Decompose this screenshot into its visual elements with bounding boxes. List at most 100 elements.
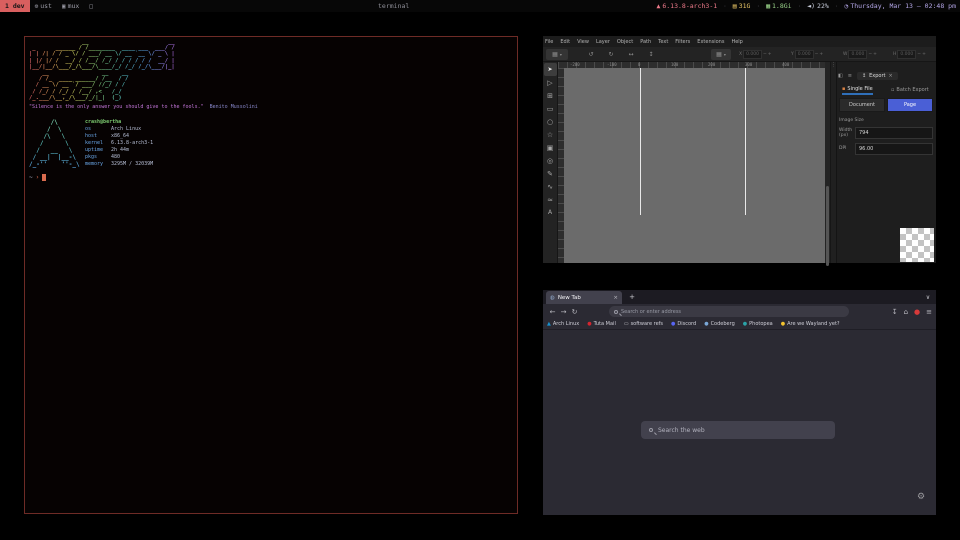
menu-extensions[interactable]: Extensions bbox=[697, 39, 724, 45]
menu-object[interactable]: Object bbox=[617, 39, 633, 45]
globe-icon: ◍ bbox=[550, 295, 555, 301]
menu-filters[interactable]: Filters bbox=[675, 39, 690, 45]
close-tab-icon[interactable]: × bbox=[613, 295, 618, 301]
tab-batch-export[interactable]: ▫ Batch Export bbox=[891, 84, 929, 95]
pencil-tool[interactable]: ∿ bbox=[544, 180, 557, 193]
bookmark-tuta-mail[interactable]: ● Tuta Mail bbox=[587, 321, 616, 327]
reload-icon: ↻ bbox=[572, 308, 578, 316]
separator: · bbox=[798, 3, 802, 10]
box3d-tool[interactable]: ▣ bbox=[544, 141, 557, 154]
shape-builder-tool[interactable]: ⊞ bbox=[544, 89, 557, 102]
layers-icon[interactable]: ≡ bbox=[848, 73, 852, 79]
list-all-tabs-button[interactable]: ∨ bbox=[923, 292, 933, 302]
rotate-cw-button[interactable]: ↻ bbox=[605, 49, 617, 60]
fetch-row: memory3295M / 32039M bbox=[85, 161, 153, 168]
bookmark-are-we-wayland-yet[interactable]: ● Are we Wayland yet? bbox=[781, 321, 840, 327]
bookmark-photopea[interactable]: ● Photopea bbox=[743, 321, 773, 327]
dialog-tab-strip: ◧ ≡ ↥ Export × bbox=[838, 70, 898, 82]
x-coordinate-field[interactable]: X 0.000−+ bbox=[739, 50, 772, 59]
bookmark-discord[interactable]: ● Discord bbox=[671, 321, 696, 327]
export-page-button[interactable]: Page bbox=[887, 98, 933, 112]
rotate-ccw-button[interactable]: ↺ bbox=[585, 49, 597, 60]
drawing-canvas[interactable] bbox=[564, 68, 825, 263]
extension-icon[interactable]: ● bbox=[914, 308, 920, 316]
menu-path[interactable]: Path bbox=[640, 39, 651, 45]
inkscape-window[interactable]: File Edit View Layer Object Path Text Fi… bbox=[543, 36, 936, 263]
bookmark-folder-software-refs[interactable]: ▭ software refs bbox=[624, 321, 663, 327]
web-search-box[interactable]: Search the web bbox=[641, 421, 835, 439]
home-icon[interactable]: ⌂ bbox=[904, 308, 908, 316]
menu-file[interactable]: File bbox=[545, 39, 553, 45]
scrollbar-thumb[interactable] bbox=[826, 186, 829, 266]
reload-button[interactable]: ↻ bbox=[569, 306, 580, 317]
tab-title: New Tab bbox=[558, 295, 581, 301]
export-document-button[interactable]: Document bbox=[839, 98, 885, 112]
chevron-down-icon: ▾ bbox=[724, 52, 726, 57]
bookmark-arch-linux[interactable]: ▲ Arch Linux bbox=[547, 321, 579, 327]
workspace-mux[interactable]: ▣ mux bbox=[57, 0, 84, 12]
selector-tool[interactable]: ➤ bbox=[544, 63, 557, 76]
y-coordinate-field[interactable]: Y 0.000−+ bbox=[791, 50, 823, 59]
align-dropdown[interactable]: ▦ ▾ bbox=[711, 49, 731, 60]
user-host: crash@bertha bbox=[85, 119, 153, 126]
batch-export-icon: ▫ bbox=[891, 87, 894, 93]
shell-prompt[interactable]: ~ › bbox=[29, 174, 46, 181]
kernel-module: ▲ 6.13.8-arch3-1 bbox=[656, 2, 717, 10]
back-button[interactable]: ← bbox=[547, 306, 558, 317]
pen-tool[interactable]: ✎ bbox=[544, 167, 557, 180]
flip-horizontal-button[interactable]: ↔ bbox=[625, 49, 637, 60]
search-placeholder: Search the web bbox=[658, 427, 705, 434]
personalize-gear-icon[interactable]: ⚙ bbox=[917, 492, 925, 502]
menu-help[interactable]: Help bbox=[731, 39, 742, 45]
menu-edit[interactable]: Edit bbox=[560, 39, 570, 45]
export-icon: ↥ bbox=[862, 73, 866, 79]
photopea-icon: ● bbox=[743, 321, 747, 327]
menu-icon[interactable]: ≡ bbox=[926, 308, 932, 316]
firefox-window[interactable]: ◍ New Tab × + ∨ ← → ↻ Search or enter ad… bbox=[543, 290, 936, 515]
separator: · bbox=[723, 3, 727, 10]
workspace-label: mux bbox=[68, 2, 80, 10]
height-field[interactable]: H 0.000−+ bbox=[893, 50, 926, 59]
plus-icon: + bbox=[629, 293, 635, 301]
export-dpi-input[interactable]: 96.00 bbox=[855, 143, 933, 155]
fetch-row: hostx86_64 bbox=[85, 133, 153, 140]
workspace-ust[interactable]: ⚙ ust bbox=[30, 0, 57, 12]
menu-text[interactable]: Text bbox=[658, 39, 668, 45]
date-time: Thursday, Mar 13 — 02:48 pm bbox=[850, 2, 956, 10]
selection-mode-dropdown[interactable]: ▦ ▾ bbox=[546, 49, 568, 60]
forward-button[interactable]: → bbox=[558, 306, 569, 317]
fetch-row: uptime2h 44m bbox=[85, 147, 153, 154]
spiral-tool[interactable]: ◎ bbox=[544, 154, 557, 167]
rectangle-tool[interactable]: ▭ bbox=[544, 102, 557, 115]
terminal-window[interactable]: __ __ _ ______ / /________ ____ ___ ___/… bbox=[24, 36, 518, 514]
align-grid-icon: ▦ bbox=[552, 51, 558, 58]
close-icon[interactable]: × bbox=[889, 73, 893, 79]
menu-view[interactable]: View bbox=[577, 39, 589, 45]
fill-stroke-icon[interactable]: ◧ bbox=[838, 73, 843, 79]
tool-options-bar: ▦ ▾ ↺ ↻ ↔ ↕ ▦ ▾ X 0.000−+ Y 0.000−+ W 0.… bbox=[543, 47, 936, 62]
export-dialog-tab[interactable]: ↥ Export × bbox=[857, 72, 898, 80]
node-tool[interactable]: ▷ bbox=[544, 76, 557, 89]
flip-vertical-button[interactable]: ↕ bbox=[645, 49, 657, 60]
tab-single-file[interactable]: ▪ Single File bbox=[842, 84, 873, 95]
new-tab-button[interactable]: + bbox=[627, 292, 637, 302]
box3d-icon: ▣ bbox=[547, 144, 554, 152]
url-bar[interactable]: Search or enter address bbox=[609, 306, 849, 317]
ellipse-tool[interactable]: ○ bbox=[544, 115, 557, 128]
calligraphy-tool[interactable]: ≈ bbox=[544, 193, 557, 206]
bookmark-codeberg[interactable]: ● Codeberg bbox=[704, 321, 735, 327]
workspace-label: ust bbox=[40, 2, 52, 10]
export-width-input[interactable]: 794 bbox=[855, 127, 933, 139]
star-tool[interactable]: ☆ bbox=[544, 128, 557, 141]
text-tool-icon: A bbox=[548, 209, 552, 216]
downloads-icon[interactable]: ↧ bbox=[892, 308, 898, 316]
workspace-dev[interactable]: 1 dev bbox=[0, 0, 30, 12]
width-field[interactable]: W 0.000−+ bbox=[843, 50, 877, 59]
active-tab[interactable]: ◍ New Tab × bbox=[546, 291, 622, 304]
menu-layer[interactable]: Layer bbox=[596, 39, 610, 45]
volume-module[interactable]: ◄) 22% bbox=[807, 2, 829, 10]
workspace-label: 1 dev bbox=[5, 2, 25, 10]
workspace-empty[interactable]: □ bbox=[84, 0, 98, 12]
text-tool[interactable]: A bbox=[544, 206, 557, 219]
spiral-icon: ◎ bbox=[547, 157, 553, 165]
